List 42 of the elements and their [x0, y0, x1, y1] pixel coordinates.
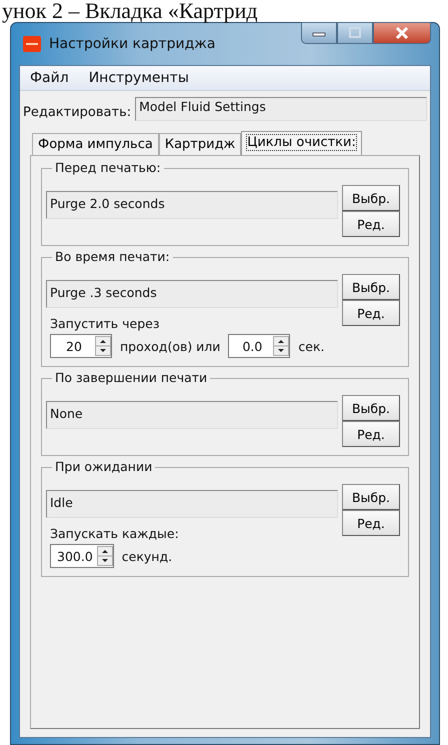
group-title: Перед печатью:	[52, 160, 164, 175]
tab[interactable]: Картридж	[158, 133, 242, 155]
group-button[interactable]: Выбр.	[342, 185, 400, 211]
maximize-button[interactable]	[337, 22, 373, 44]
caption-text: унок 2 – Вкладка «Картрид	[2, 0, 258, 23]
value-field: Purge .3 seconds	[46, 280, 338, 308]
menu-item[interactable]: Инструменты	[88, 70, 189, 86]
group-title: Во время печати:	[52, 249, 173, 264]
group-button[interactable]: Ред.	[342, 211, 400, 237]
group-button[interactable]: Выбр.	[342, 484, 400, 510]
spin-field[interactable]: 20	[50, 334, 112, 358]
value-field: None	[46, 401, 338, 429]
spinner-arrows-icon[interactable]	[273, 336, 290, 356]
close-button[interactable]	[373, 22, 431, 44]
group-button[interactable]: Ред.	[342, 300, 400, 326]
tab[interactable]: Форма импульса	[32, 133, 159, 155]
unit-text: проход(ов) или	[120, 338, 220, 354]
spin-field[interactable]: 0.0	[228, 334, 290, 358]
close-icon	[394, 27, 410, 39]
app-icon	[23, 36, 41, 52]
tab[interactable]: Циклы очистки:	[241, 131, 362, 155]
window-title: Настройки картриджа	[49, 36, 216, 52]
edit-field[interactable]: Model Fluid Settings	[135, 97, 427, 121]
edit-label: Редактировать:	[23, 104, 132, 120]
run-label: Запустить через	[49, 316, 160, 331]
value-field: Idle	[46, 490, 338, 518]
group-button[interactable]: Ред.	[342, 510, 400, 536]
spinner-arrows-icon[interactable]	[96, 546, 113, 566]
group-button[interactable]: Ред.	[342, 421, 400, 447]
minimize-button[interactable]	[301, 22, 337, 44]
menu-item[interactable]: Файл	[30, 70, 69, 86]
spin-field[interactable]: 300.0	[50, 544, 114, 568]
group-title: При ожидании	[52, 459, 156, 474]
maximize-icon	[348, 27, 362, 39]
group-button[interactable]: Выбр.	[342, 274, 400, 300]
value-field: Purge 2.0 seconds	[46, 191, 338, 219]
group-title: По завершении печати	[52, 370, 210, 385]
spinner-arrows-icon[interactable]	[95, 336, 111, 356]
unit-text: секунд.	[122, 548, 172, 564]
unit-text: сек.	[298, 338, 325, 354]
run-label: Запускать каждые:	[49, 526, 180, 541]
group-button[interactable]: Выбр.	[342, 395, 400, 421]
